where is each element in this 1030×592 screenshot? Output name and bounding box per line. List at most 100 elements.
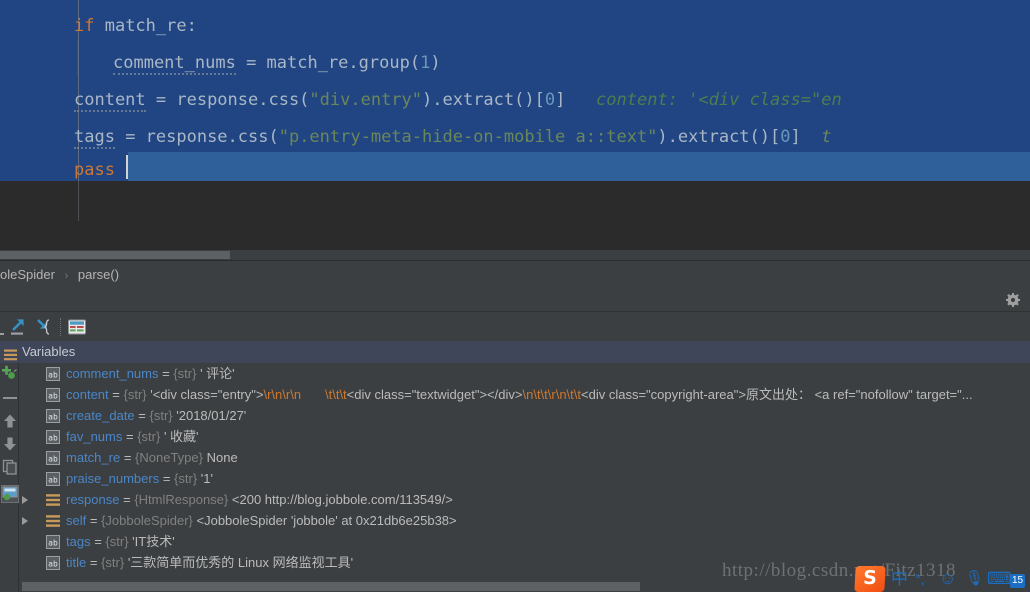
variable-row[interactable]: ab content = {str} '<div class="entry">\r…	[20, 384, 1030, 405]
variables-tab-label: Variables	[22, 344, 76, 359]
variable-equals: =	[120, 450, 136, 465]
svg-text:ab: ab	[48, 539, 58, 548]
ime-voice-input-button[interactable]: 🎙	[965, 568, 984, 590]
variable-value: '三款简单而优秀的 Linux 网络监视工具'	[127, 555, 354, 570]
debugger-top-bar	[0, 288, 1030, 311]
breadcrumb-segment-method[interactable]: parse()	[78, 267, 119, 282]
step-out-button[interactable]	[8, 316, 30, 338]
variable-value: <200 http://blog.jobbole.com/113549/>	[231, 492, 453, 507]
str-variable-icon: ab	[46, 366, 60, 381]
expand-triangle-icon[interactable]	[22, 517, 28, 525]
code-token-plain: match_re:	[94, 16, 197, 36]
variable-equals: =	[90, 534, 106, 549]
variable-row-content: content = {str} '<div class="entry">\r\n…	[66, 384, 301, 405]
evaluate-expression-button[interactable]	[1, 485, 19, 503]
svg-text:ab: ab	[48, 371, 58, 380]
variable-type: {str}	[123, 387, 147, 402]
variable-name: praise_numbers	[66, 471, 160, 486]
str-variable-icon: ab	[46, 471, 60, 486]
show-console-button[interactable]	[66, 316, 88, 338]
svg-text:ab: ab	[48, 413, 58, 422]
str-variable-icon: ab	[46, 534, 60, 549]
ime-toolbar[interactable]: S 中°,☺🎙⌨15☂	[854, 566, 1030, 592]
line-tags[interactable]: tags = response.css("p.entry-meta-hide-o…	[74, 119, 1030, 156]
ime-emoji-button[interactable]: ☺	[939, 568, 956, 590]
variable-equals: =	[159, 471, 175, 486]
variable-row-content: response = {HtmlResponse} <200 http://bl…	[66, 489, 453, 510]
ime-punctuation-mode[interactable]: °,	[915, 568, 925, 590]
variable-row-content: comment_nums = {str} ' 评论'	[66, 363, 235, 384]
variable-value: ' 评论'	[200, 366, 235, 381]
code-token-plain: )	[430, 53, 441, 73]
str-variable-icon: ab	[46, 387, 60, 402]
str-variable-icon: ab	[46, 450, 60, 465]
variable-row[interactable]: response = {HtmlResponse} <200 http://bl…	[20, 489, 1030, 510]
object-variable-icon	[46, 492, 60, 506]
variable-name: title	[66, 555, 87, 570]
variable-row-content: tags = {str} 'IT技术'	[66, 531, 175, 552]
variables-horizontal-scrollbar-thumb[interactable]	[22, 582, 640, 591]
line-content[interactable]: content = response.css("div.entry").extr…	[74, 82, 1030, 119]
variables-list[interactable]: ab comment_nums = {str} ' 评论' ab content = …	[20, 363, 1030, 592]
variables-tab-header[interactable]: Variables	[0, 341, 1030, 363]
code-token-plain: ]	[555, 90, 566, 110]
code-token-hint2: t	[800, 127, 832, 147]
ime-language-mode[interactable]: 中	[891, 568, 908, 590]
line-comment-nums[interactable]: comment_nums = match_re.group(1)	[113, 45, 1030, 82]
step-into-my-code-button[interactable]	[33, 316, 55, 338]
variable-row[interactable]: ab tags = {str} 'IT技术'	[20, 531, 1030, 552]
svg-text:ab: ab	[48, 392, 58, 401]
variable-equals: =	[119, 492, 135, 507]
copy-value-button[interactable]	[2, 459, 18, 475]
expand-triangle-icon[interactable]	[22, 496, 28, 504]
variable-type: {NoneType}	[135, 450, 203, 465]
svg-text:ab: ab	[48, 476, 58, 485]
code-token-hint: content: '<div class="en	[565, 90, 842, 110]
move-down-button[interactable]	[2, 436, 18, 452]
svg-text:ab: ab	[48, 560, 58, 569]
add-watch-button[interactable]	[2, 365, 18, 381]
line-pass[interactable]: pass	[74, 152, 1030, 189]
variable-name: create_date	[66, 408, 135, 423]
value-fragment: \t\t\t	[325, 387, 347, 402]
variable-equals: =	[108, 387, 124, 402]
variable-row[interactable]: ab create_date = {str} '2018/01/27'	[20, 405, 1030, 426]
variable-name: match_re	[66, 450, 121, 465]
variable-row-content: self = {JobboleSpider} <JobboleSpider 'j…	[66, 510, 457, 531]
sogou-ime-logo-icon[interactable]: S	[854, 566, 886, 592]
variable-name: response	[66, 492, 120, 507]
line-if[interactable]: if match_re:	[74, 8, 1030, 45]
variable-name: fav_nums	[66, 429, 123, 444]
variable-escape-sequence: \r\n\r\n	[263, 387, 302, 402]
code-token-plain: ).extract()[	[422, 90, 545, 110]
variable-row[interactable]: ab match_re = {NoneType} None	[20, 447, 1030, 468]
variable-value: '<div class="entry">	[150, 387, 264, 402]
variable-type: {str}	[173, 366, 197, 381]
variable-row[interactable]: ab praise_numbers = {str} '1'	[20, 468, 1030, 489]
remove-watch-button[interactable]	[2, 390, 18, 406]
breadcrumb[interactable]: oleSpider › parse()	[0, 261, 1030, 288]
str-variable-icon: ab	[46, 555, 60, 570]
code-token-plain: = response.css(	[145, 90, 310, 110]
editor-horizontal-scrollbar-thumb[interactable]	[0, 251, 230, 259]
ime-soft-keyboard-button[interactable]: ⌨	[987, 568, 1012, 590]
ime-calendar-button[interactable]: 15	[1010, 574, 1026, 588]
code-token-plain: ).extract()[	[657, 127, 781, 147]
value-fragment: \n\t\t\r\n\t\t	[522, 387, 582, 402]
move-up-button[interactable]	[2, 413, 18, 429]
code-token-ident-err: tags	[74, 127, 115, 149]
indent-guide	[77, 40, 78, 76]
variable-row[interactable]: ab comment_nums = {str} ' 评论'	[20, 363, 1030, 384]
variable-value-continued: \t\t\t<div class="textwidget"></div>\n\t…	[325, 384, 973, 405]
code-editor[interactable]: if match_re: comment_nums = match_re.grou…	[0, 0, 1030, 253]
variable-row-content: praise_numbers = {str} '1'	[66, 468, 213, 489]
str-variable-icon: ab	[46, 429, 60, 444]
breadcrumb-segment-class[interactable]: oleSpider	[0, 267, 55, 282]
variable-row[interactable]: self = {JobboleSpider} <JobboleSpider 'j…	[20, 510, 1030, 531]
variable-value: '2018/01/27'	[176, 408, 247, 423]
code-token-plain: = match_re.group(	[235, 53, 421, 73]
code-token-str: "div.entry"	[309, 90, 423, 110]
variable-row[interactable]: ab fav_nums = {str} ' 收藏'	[20, 426, 1030, 447]
code-token-ident-err: content	[74, 90, 146, 112]
gear-icon[interactable]	[1006, 293, 1020, 307]
